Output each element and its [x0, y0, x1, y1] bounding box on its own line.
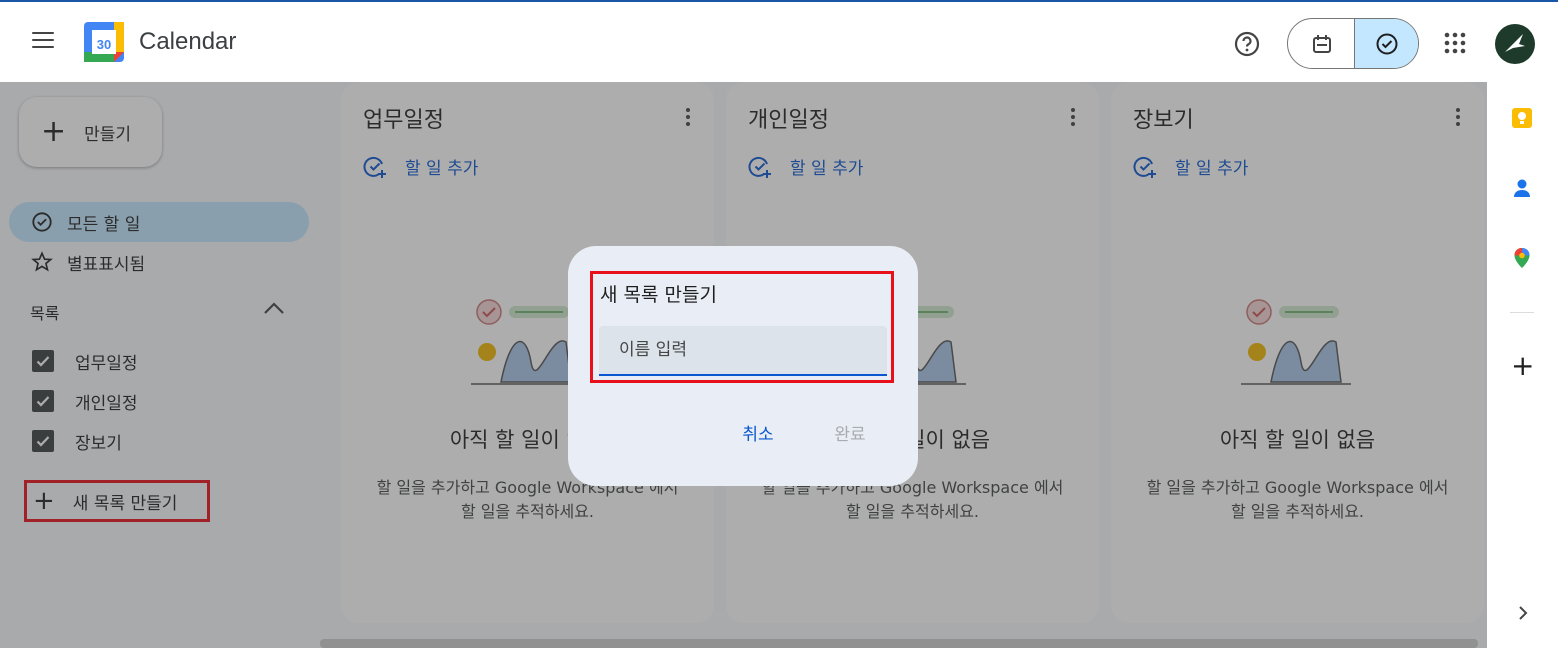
cancel-button[interactable]: 취소	[728, 416, 788, 448]
side-panel-rail: +	[1487, 82, 1558, 648]
done-button[interactable]: 완료	[820, 416, 880, 448]
app-header: 30 Calendar	[0, 2, 1558, 82]
rail-divider	[1510, 312, 1534, 313]
task-check-icon	[1376, 33, 1398, 55]
calendar-logo-icon[interactable]: 30	[84, 22, 124, 62]
view-switcher	[1287, 18, 1419, 69]
chevron-right-icon[interactable]	[1517, 604, 1529, 622]
avatar[interactable]	[1495, 24, 1535, 64]
dialog-title: 새 목록 만들기	[600, 284, 717, 306]
app-title: Calendar	[139, 28, 237, 55]
avatar-bird-icon	[1505, 34, 1525, 52]
new-list-dialog: 새 목록 만들기 취소 완료	[568, 246, 918, 486]
help-icon[interactable]	[1233, 30, 1261, 58]
keep-icon[interactable]	[1510, 106, 1534, 130]
contacts-icon[interactable]	[1510, 176, 1534, 200]
calendar-view-button[interactable]	[1288, 19, 1354, 68]
tasks-view-button[interactable]	[1354, 19, 1418, 68]
calendar-icon	[1313, 35, 1331, 53]
list-name-input[interactable]	[599, 326, 887, 376]
maps-icon[interactable]	[1510, 246, 1534, 270]
logo-day-number: 30	[97, 37, 111, 52]
menu-icon[interactable]	[30, 32, 56, 52]
add-icon[interactable]: +	[1511, 352, 1534, 380]
apps-grid-icon[interactable]	[1444, 32, 1466, 54]
